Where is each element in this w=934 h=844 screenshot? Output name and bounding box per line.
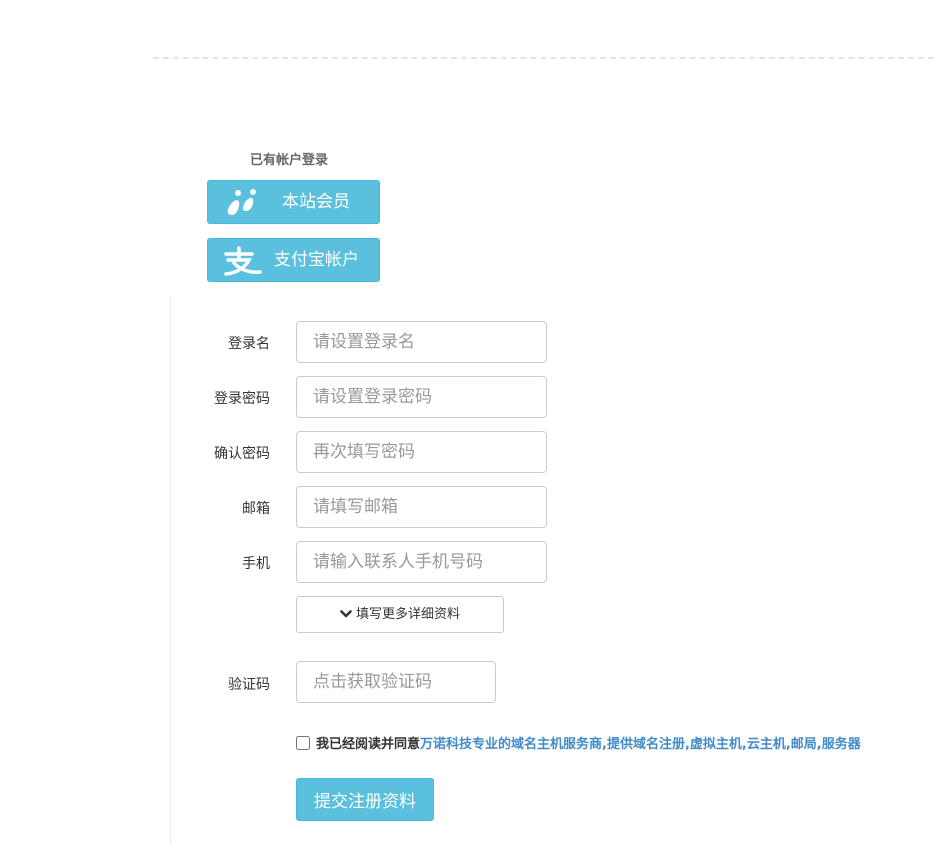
username-label: 登录名	[228, 336, 270, 352]
alipay-label: 支付宝帐户	[274, 250, 359, 270]
more-details-button[interactable]: 填写更多详细资料	[296, 596, 504, 633]
agreement-link[interactable]: 万诺科技专业的域名主机服务商,提供域名注册,虚拟主机,云主机,邮局,服务器	[420, 737, 861, 752]
alipay-icon	[224, 246, 262, 276]
password-input[interactable]	[296, 376, 547, 418]
captcha-input[interactable]	[296, 661, 496, 703]
existing-account-title: 已有帐户登录	[250, 153, 329, 168]
chevron-down-icon	[340, 609, 352, 617]
agreement-row: 我已经阅读并同意万诺科技专业的域名主机服务商,提供域名注册,虚拟主机,云主机,邮…	[296, 733, 861, 752]
captcha-label: 验证码	[228, 677, 270, 693]
phone-label: 手机	[242, 556, 270, 572]
email-label: 邮箱	[242, 501, 270, 517]
submit-register-button[interactable]: 提交注册资料	[296, 778, 434, 821]
more-details-label: 填写更多详细资料	[355, 607, 460, 622]
agreement-checkbox[interactable]	[296, 736, 310, 750]
member-feet-icon	[227, 189, 256, 215]
phone-input[interactable]	[296, 541, 547, 583]
agreement-text: 我已经阅读并同意	[316, 737, 421, 752]
site-member-login-button[interactable]: 本站会员	[207, 180, 380, 224]
alipay-login-button[interactable]: 支付宝帐户	[207, 238, 380, 282]
email-input[interactable]	[296, 486, 547, 528]
username-input[interactable]	[296, 321, 547, 363]
register-page: 已有帐户登录 本站会员 支付宝帐户 登录名 登录密码 确认密码 邮箱 手机 填写…	[0, 0, 934, 844]
confirm-password-input[interactable]	[296, 431, 547, 473]
confirm-password-label: 确认密码	[214, 446, 270, 462]
password-label: 登录密码	[214, 391, 270, 407]
site-member-label: 本站会员	[282, 192, 350, 212]
dashed-divider	[153, 57, 934, 59]
